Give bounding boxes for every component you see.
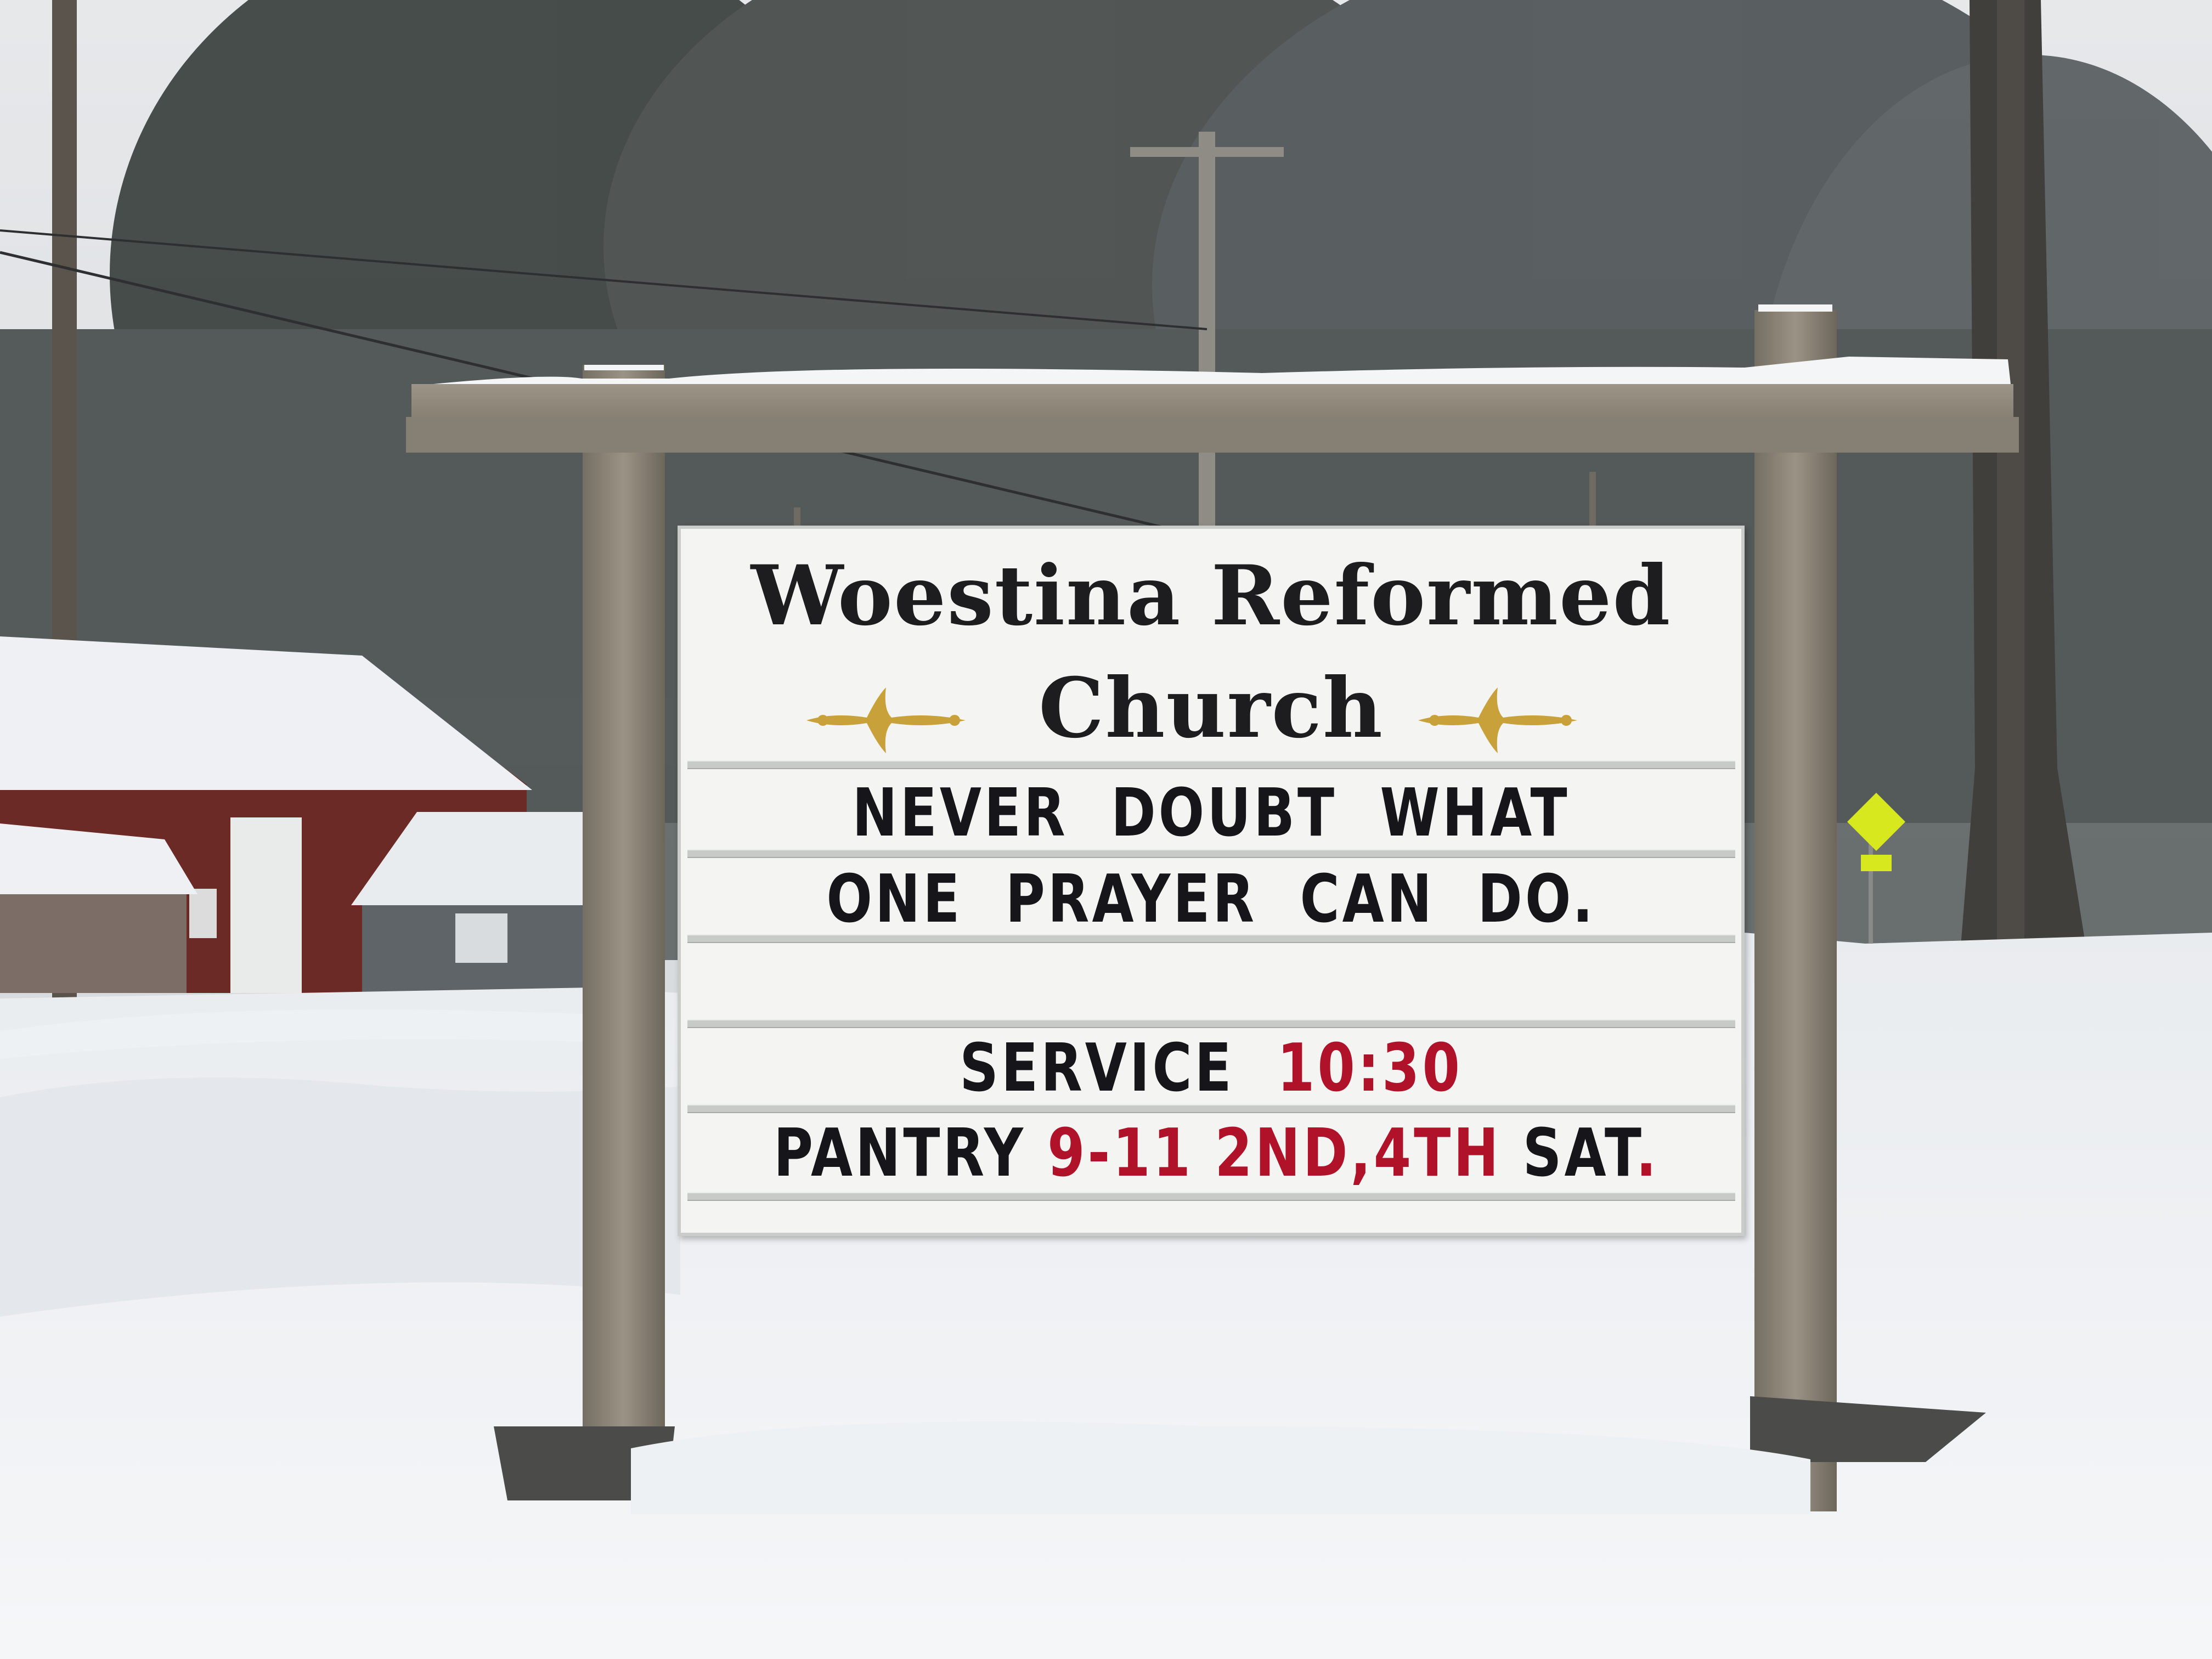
pantry-hours: 9-11: [1047, 1115, 1194, 1192]
message-line-2: ONE PRAYER CAN DO.: [826, 861, 1596, 938]
service-line: SERVICE 10:30: [774, 1030, 1649, 1107]
pantry-day-1: 2ND: [1215, 1115, 1351, 1192]
letter-track: [687, 934, 1735, 943]
service-time: 10:30: [1277, 1030, 1463, 1107]
service-label: SERVICE: [960, 1030, 1234, 1107]
pantry-comma: ,: [1350, 1115, 1374, 1192]
message-line-1: NEVER DOUBT WHAT: [852, 775, 1570, 851]
gold-flourish-icon: [1418, 687, 1577, 753]
pantry-sat: SAT: [1522, 1115, 1637, 1192]
church-marquee-sign: Woestina Reformed Church NEVER DOUBT WHA…: [678, 526, 1745, 1236]
pantry-period: .: [1636, 1115, 1660, 1192]
letter-track: [687, 1104, 1735, 1113]
letter-track: [687, 1192, 1735, 1201]
letter-track: [687, 849, 1735, 858]
letter-track: [687, 1019, 1735, 1028]
pantry-label: PANTRY: [774, 1115, 1026, 1192]
sign-title-line2: Church: [1039, 660, 1384, 757]
pantry-day-2: 4TH: [1373, 1115, 1502, 1192]
sign-title-line1: Woestina Reformed: [751, 548, 1672, 644]
pantry-line: PANTRY 9-11 2ND,4TH SAT.: [774, 1115, 1656, 1192]
letter-track: [687, 760, 1735, 769]
